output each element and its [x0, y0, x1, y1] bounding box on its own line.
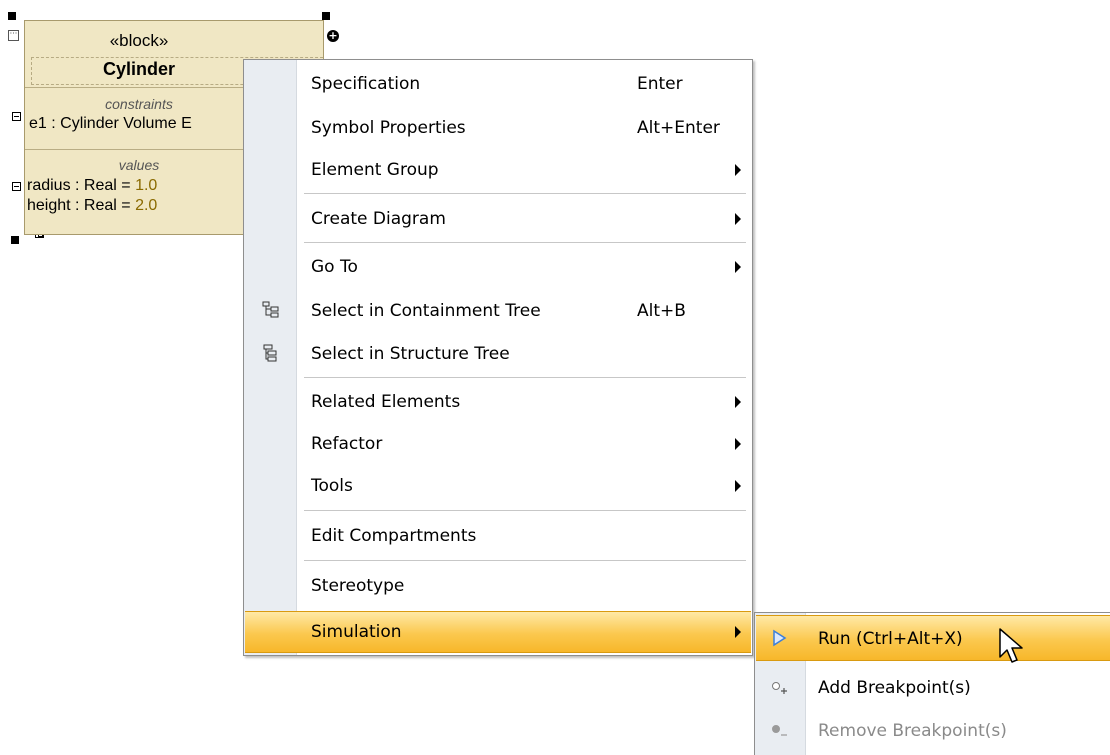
menu-item-go-to[interactable]: Go To — [245, 245, 751, 288]
structure-tree-icon — [263, 344, 277, 362]
value-property-label: height : Real = — [27, 197, 136, 214]
submenu-arrow-icon — [735, 480, 741, 492]
menu-item-edit-compartments[interactable]: Edit Compartments — [245, 514, 751, 557]
context-menu: Specification Enter Symbol Properties Al… — [243, 59, 753, 656]
submenu-arrow-icon — [735, 396, 741, 408]
submenu-arrow-icon — [735, 164, 741, 176]
menu-separator — [304, 193, 746, 194]
submenu-arrow-icon — [735, 438, 741, 450]
submenu-item-remove-breakpoints[interactable]: Remove Breakpoint(s) — [756, 709, 1110, 752]
value-property-value: 2.0 — [135, 197, 158, 214]
menu-item-refactor[interactable]: Refactor — [245, 422, 751, 465]
collapse-constraints-icon[interactable] — [12, 112, 21, 121]
value-property-value: 1.0 — [135, 177, 158, 194]
menu-shortcut: Alt+Enter — [637, 118, 720, 138]
selection-handle-top-left[interactable] — [8, 12, 16, 20]
add-breakpoint-icon — [772, 682, 787, 694]
menu-shortcut: Alt+B — [637, 301, 686, 321]
constraints-compartment-title: constraints — [105, 96, 173, 112]
remove-breakpoint-icon — [772, 725, 787, 736]
menu-separator — [304, 377, 746, 378]
run-play-icon — [773, 629, 787, 647]
submenu-arrow-icon — [735, 261, 741, 273]
menu-separator — [304, 510, 746, 511]
menu-item-create-diagram[interactable]: Create Diagram — [245, 197, 751, 240]
menu-item-stereotype[interactable]: Stereotype — [245, 564, 751, 607]
menu-item-element-group[interactable]: Element Group — [245, 148, 751, 191]
menu-item-select-in-structure-tree[interactable]: Select in Structure Tree — [245, 332, 751, 375]
value-property-height: height : Real = 2.0 — [27, 197, 157, 215]
values-compartment-title: values — [118, 157, 160, 173]
submenu-item-run[interactable]: Run (Ctrl+Alt+X) — [756, 615, 1110, 661]
containment-tree-icon — [262, 301, 279, 318]
menu-shortcut: Enter — [637, 74, 683, 94]
menu-item-tools[interactable]: Tools — [245, 464, 751, 507]
value-property-radius: radius : Real = 1.0 — [27, 177, 157, 195]
value-property-label: radius : Real = — [27, 177, 136, 194]
compartment-menu-icon[interactable]: ··· — [8, 30, 19, 41]
submenu-arrow-icon — [735, 626, 741, 638]
add-element-icon[interactable]: + — [327, 30, 339, 42]
selection-handle-top-right[interactable] — [322, 12, 330, 20]
submenu-item-add-breakpoints[interactable]: Add Breakpoint(s) — [756, 666, 1110, 709]
menu-item-specification[interactable]: Specification Enter — [245, 62, 751, 105]
menu-item-related-elements[interactable]: Related Elements — [245, 380, 751, 423]
constraint-property: e1 : Cylinder Volume E — [29, 115, 192, 132]
menu-separator — [304, 242, 746, 243]
menu-item-select-in-containment-tree[interactable]: Select in Containment Tree Alt+B — [245, 289, 751, 332]
collapse-values-icon[interactable] — [12, 182, 21, 191]
mouse-cursor-icon — [999, 628, 1023, 663]
simulation-submenu: Run (Ctrl+Alt+X) Add Breakpoint(s) Remov… — [754, 612, 1110, 755]
selection-handle-bottom-left[interactable] — [11, 236, 19, 244]
menu-separator — [304, 560, 746, 561]
submenu-arrow-icon — [735, 213, 741, 225]
menu-item-symbol-properties[interactable]: Symbol Properties Alt+Enter — [245, 106, 751, 149]
menu-item-simulation[interactable]: Simulation — [245, 611, 751, 653]
block-stereotype: «block» — [109, 31, 169, 50]
block-name: Cylinder — [102, 59, 176, 79]
